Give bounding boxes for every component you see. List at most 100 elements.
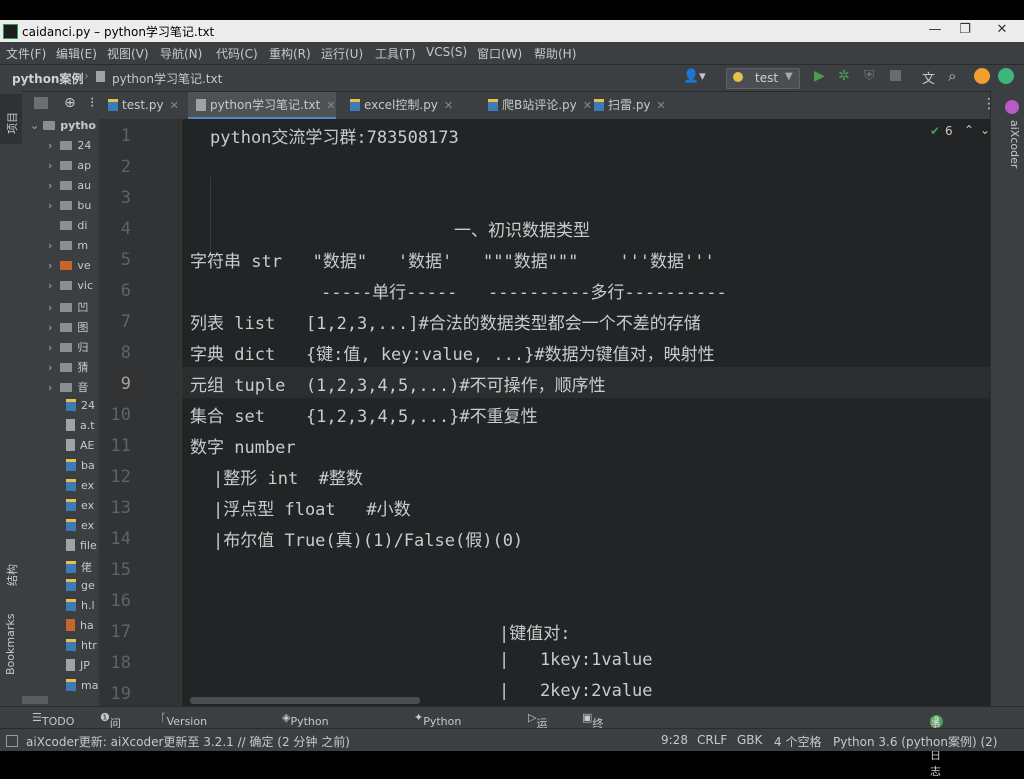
tree-item[interactable]: ex bbox=[22, 479, 99, 499]
tree-item[interactable]: › 凹 bbox=[22, 299, 99, 319]
structure-tool-label[interactable]: 结构 bbox=[4, 564, 20, 586]
menu-file[interactable]: 文件(F) bbox=[6, 45, 46, 62]
close-window-button[interactable]: ✕ bbox=[984, 20, 1020, 40]
code-line[interactable]: 一、初识数据类型 bbox=[454, 216, 590, 241]
python-console-tool-button[interactable]: ✦ Python 控制台 bbox=[414, 711, 461, 743]
search-icon[interactable]: ⌕ bbox=[948, 67, 956, 85]
horizontal-scrollbar[interactable] bbox=[190, 697, 420, 704]
menu-refactor[interactable]: 重构(R) bbox=[269, 45, 311, 62]
tree-item[interactable]: › ap bbox=[22, 159, 99, 179]
code-line[interactable]: 元组 tuple (1,2,3,4,5,...)#不可操作，顺序性 bbox=[190, 371, 606, 396]
code-line[interactable]: python交流学习群:783508173 bbox=[210, 123, 459, 148]
menu-tools[interactable]: 工具(T) bbox=[375, 45, 416, 62]
menu-vcs[interactable]: VCS(S) bbox=[426, 45, 467, 59]
tree-item[interactable]: a.t bbox=[22, 419, 99, 439]
tree-item[interactable]: › 归 bbox=[22, 339, 99, 359]
code-line[interactable]: -----单行----- ----------多行---------- bbox=[321, 278, 727, 303]
todo-tool-button[interactable]: ☰ TODO bbox=[32, 711, 74, 728]
code-line[interactable]: |布尔值 True(真)(1)/False(假)(0) bbox=[213, 526, 523, 551]
tree-item[interactable]: › 24 bbox=[22, 139, 99, 159]
code-line[interactable]: |键值对: bbox=[499, 619, 570, 644]
project-tool-button[interactable]: 项目 bbox=[0, 94, 22, 144]
tree-root[interactable]: ⌄ pytho bbox=[22, 119, 99, 139]
inspection-count[interactable]: 6 bbox=[945, 124, 953, 138]
version-control-tool-button[interactable]: ᚴ Version Control bbox=[160, 711, 207, 741]
tab-bilibili-comments[interactable]: 爬B站评论.py ✕ bbox=[488, 92, 592, 119]
breadcrumb-project[interactable]: python案例 bbox=[12, 70, 83, 87]
menu-window[interactable]: 窗口(W) bbox=[477, 45, 522, 62]
tree-item[interactable]: ex bbox=[22, 519, 99, 539]
translate-icon[interactable]: 文 bbox=[922, 68, 935, 87]
tree-item[interactable]: ex bbox=[22, 499, 99, 519]
python-interpreter[interactable]: Python 3.6 (python案例) (2) bbox=[833, 733, 997, 750]
tree-item[interactable]: JP bbox=[22, 659, 99, 679]
tree-item[interactable]: › 音 bbox=[22, 379, 99, 399]
tree-item[interactable]: ge bbox=[22, 579, 99, 599]
code-line[interactable]: |浮点型 float #小数 bbox=[213, 495, 411, 520]
caret-position[interactable]: 9:28 bbox=[661, 733, 688, 747]
code-line[interactable]: 数字 number bbox=[190, 433, 296, 458]
project-view-icon[interactable] bbox=[34, 97, 48, 109]
menu-help[interactable]: 帮助(H) bbox=[534, 45, 576, 62]
tree-item[interactable]: › m bbox=[22, 239, 99, 259]
menu-view[interactable]: 视图(V) bbox=[107, 45, 149, 62]
problems-tool-button[interactable]: ❶ 问题 bbox=[100, 711, 121, 746]
menu-navigate[interactable]: 导航(N) bbox=[160, 45, 202, 62]
tree-item[interactable]: 24 bbox=[22, 399, 99, 419]
tab-excel-control[interactable]: excel控制.py ✕ bbox=[350, 92, 453, 119]
tree-item[interactable]: › 猜 bbox=[22, 359, 99, 379]
menu-code[interactable]: 代码(C) bbox=[216, 45, 258, 62]
terminal-tool-button[interactable]: ▣ 终端 bbox=[582, 711, 603, 746]
tree-item[interactable]: file bbox=[22, 539, 99, 559]
code-editor[interactable]: python交流学习群:783508173 一、初识数据类型 字符串 str "数据… bbox=[182, 119, 990, 706]
code-line[interactable]: | 1key:1value bbox=[499, 650, 653, 670]
python-packages-tool-button[interactable]: ◈ Python Packages bbox=[282, 711, 342, 741]
menu-run[interactable]: 运行(U) bbox=[321, 45, 363, 62]
chevron-up-icon[interactable]: ⌃ bbox=[964, 123, 974, 137]
close-icon[interactable]: ✕ bbox=[326, 99, 335, 112]
indent-setting[interactable]: 4 个空格 bbox=[774, 733, 821, 750]
restore-button[interactable]: ❐ bbox=[950, 20, 980, 40]
tree-item[interactable]: › au bbox=[22, 179, 99, 199]
menu-edit[interactable]: 编辑(E) bbox=[56, 45, 97, 62]
horizontal-scrollbar[interactable] bbox=[22, 696, 48, 704]
chevron-down-icon[interactable]: ⌄ bbox=[980, 123, 990, 137]
code-line[interactable]: 集合 set {1,2,3,4,5,...}#不重复性 bbox=[190, 402, 538, 427]
bookmarks-tool-label[interactable]: Bookmarks bbox=[4, 614, 17, 675]
tree-item[interactable]: ha bbox=[22, 619, 99, 639]
code-line[interactable]: 字典 dict {键:值, key:value, ...}#数据为键值对，映射性 bbox=[190, 340, 715, 365]
update-icon[interactable] bbox=[974, 68, 990, 84]
layout-toggle-icon[interactable] bbox=[6, 735, 18, 747]
code-line[interactable]: 列表 list [1,2,3,...]#合法的数据类型都会一个不差的存储 bbox=[190, 309, 701, 334]
user-icon[interactable]: 👤▾ bbox=[683, 69, 706, 84]
tree-item[interactable]: › 图 bbox=[22, 319, 99, 339]
run-tool-button[interactable]: ▷ 运行 bbox=[528, 711, 547, 746]
minimize-button[interactable]: — bbox=[920, 20, 950, 40]
stop-icon[interactable] bbox=[890, 70, 901, 81]
run-icon[interactable]: ▶ bbox=[814, 68, 825, 84]
run-config-selector[interactable]: test ▼ bbox=[726, 68, 800, 89]
code-line[interactable]: | 2key:2value bbox=[499, 681, 653, 701]
tree-item[interactable]: ba bbox=[22, 459, 99, 479]
tab-test-py[interactable]: test.py ✕ bbox=[108, 92, 179, 119]
close-icon[interactable]: ✕ bbox=[583, 99, 592, 112]
close-icon[interactable]: ✕ bbox=[170, 99, 179, 112]
code-line[interactable]: |整形 int #整数 bbox=[213, 464, 363, 489]
tab-minesweeper[interactable]: 扫雷.py ✕ bbox=[594, 92, 666, 119]
file-encoding[interactable]: GBK bbox=[737, 733, 762, 747]
close-icon[interactable]: ✕ bbox=[444, 99, 453, 112]
status-message[interactable]: aiXcoder更新: aiXcoder更新至 3.2.1 // 确定 (2 分… bbox=[26, 733, 350, 750]
more-icon[interactable]: ⁝ bbox=[90, 95, 94, 111]
tree-item[interactable]: › bu bbox=[22, 199, 99, 219]
check-icon[interactable]: ✔ bbox=[930, 124, 940, 138]
tree-item[interactable]: › ve bbox=[22, 259, 99, 279]
line-separator[interactable]: CRLF bbox=[697, 733, 727, 747]
aixcoder-icon[interactable] bbox=[1005, 100, 1019, 114]
debug-icon[interactable]: ✲ bbox=[838, 68, 850, 84]
close-icon[interactable]: ✕ bbox=[657, 99, 666, 112]
tree-item[interactable]: › vic bbox=[22, 279, 99, 299]
tree-item[interactable]: ›di bbox=[22, 219, 99, 239]
plugin-icon[interactable] bbox=[998, 68, 1014, 84]
aixcoder-tool-label[interactable]: aiXcoder bbox=[1008, 120, 1021, 168]
coverage-icon[interactable]: ⛨ bbox=[864, 68, 875, 84]
